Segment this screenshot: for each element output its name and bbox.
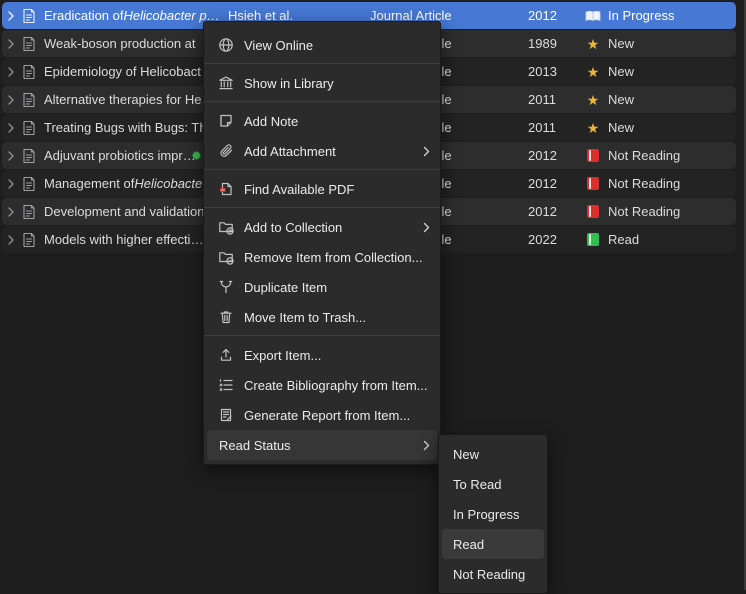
item-title: Development and validation — [44, 198, 204, 225]
expand-chevron-icon[interactable] — [7, 198, 15, 225]
menu-item-find-available-pdf[interactable]: Find Available PDF — [204, 174, 440, 204]
item-context-menu: View Online Show in Library Add Note Add… — [203, 21, 441, 465]
menu-item-add-to-collection[interactable]: Add to Collection — [204, 212, 440, 242]
journal-article-icon — [22, 2, 36, 29]
submenu-item-to-read[interactable]: To Read — [439, 469, 547, 499]
submenu-item-in-progress[interactable]: In Progress — [439, 499, 547, 529]
submenu-arrow-icon — [423, 222, 430, 233]
item-title: Adjuvant probiotics impr… — [44, 142, 196, 169]
expand-chevron-icon[interactable] — [7, 86, 15, 113]
journal-article-icon — [22, 58, 36, 85]
journal-article-icon — [22, 86, 36, 113]
open-book-icon — [585, 10, 601, 22]
expand-chevron-icon[interactable] — [7, 142, 15, 169]
bibliography-icon — [217, 376, 235, 394]
journal-article-icon — [22, 226, 36, 253]
menu-item-duplicate-item[interactable]: Duplicate Item — [204, 272, 440, 302]
report-icon — [217, 406, 235, 424]
journal-article-icon — [22, 114, 36, 141]
read-status-badge: Not Reading — [585, 198, 680, 225]
fork-icon — [217, 278, 235, 296]
submenu-item-new[interactable]: New — [439, 439, 547, 469]
red-book-icon — [585, 177, 601, 190]
read-status-badge: In Progress — [585, 2, 674, 29]
menu-item-show-in-library[interactable]: Show in Library — [204, 68, 440, 98]
menu-item-view-online[interactable]: View Online — [204, 30, 440, 60]
menu-item-remove-from-collection[interactable]: Remove Item from Collection... — [204, 242, 440, 272]
submenu-item-not-reading[interactable]: Not Reading — [439, 559, 547, 589]
menu-separator — [204, 63, 440, 64]
read-status-badge: ★ New — [585, 58, 634, 85]
item-year: 2011 — [528, 114, 556, 141]
menu-item-export-item[interactable]: Export Item... — [204, 340, 440, 370]
read-status-badge: ★ New — [585, 114, 634, 141]
expand-chevron-icon[interactable] — [7, 58, 15, 85]
note-icon — [217, 112, 235, 130]
menu-item-generate-report[interactable]: Generate Report from Item... — [204, 400, 440, 430]
trash-icon — [217, 308, 235, 326]
read-status-badge: ★ New — [585, 30, 634, 57]
menu-separator — [204, 335, 440, 336]
globe-icon — [217, 36, 235, 54]
menu-item-move-to-trash[interactable]: Move Item to Trash... — [204, 302, 440, 332]
expand-chevron-icon[interactable] — [7, 30, 15, 57]
green-book-icon — [585, 233, 601, 246]
paperclip-icon — [217, 142, 235, 160]
star-icon: ★ — [585, 37, 601, 51]
menu-item-read-status[interactable]: Read Status — [207, 430, 437, 460]
submenu-arrow-icon — [423, 440, 430, 451]
item-title: Treating Bugs with Bugs: Th — [44, 114, 207, 141]
item-year: 1989 — [528, 30, 557, 57]
submenu-item-read[interactable]: Read — [442, 529, 544, 559]
item-title: Eradication of Helicobacter p… — [44, 2, 220, 29]
read-status-badge: Not Reading — [585, 170, 680, 197]
folder-plus-icon — [217, 218, 235, 236]
read-status-badge: Read — [585, 226, 639, 253]
library-icon — [217, 74, 235, 92]
item-year: 2012 — [528, 198, 557, 225]
submenu-arrow-icon — [423, 146, 430, 157]
red-book-icon — [585, 149, 601, 162]
menu-separator — [204, 207, 440, 208]
menu-separator — [204, 169, 440, 170]
menu-separator — [204, 101, 440, 102]
journal-article-icon — [22, 142, 36, 169]
read-status-badge: Not Reading — [585, 142, 680, 169]
item-year: 2012 — [528, 170, 557, 197]
journal-article-icon — [22, 30, 36, 57]
item-year: 2013 — [528, 58, 557, 85]
menu-item-create-bibliography[interactable]: Create Bibliography from Item... — [204, 370, 440, 400]
star-icon: ★ — [585, 65, 601, 79]
folder-minus-icon — [217, 248, 235, 266]
expand-chevron-icon[interactable] — [7, 170, 15, 197]
read-status-badge: ★ New — [585, 86, 634, 113]
item-title: Alternative therapies for He — [44, 86, 202, 113]
star-icon: ★ — [585, 121, 601, 135]
pdf-icon — [217, 180, 235, 198]
item-year: 2012 — [528, 2, 557, 29]
expand-chevron-icon[interactable] — [7, 2, 15, 29]
star-icon: ★ — [585, 93, 601, 107]
read-status-submenu: New To Read In Progress Read Not Reading — [438, 434, 548, 594]
menu-item-add-note[interactable]: Add Note — [204, 106, 440, 136]
item-year: 2012 — [528, 142, 557, 169]
item-title: Models with higher effecti… — [44, 226, 203, 253]
attachment-indicator-dot — [192, 151, 201, 160]
menu-item-add-attachment[interactable]: Add Attachment — [204, 136, 440, 166]
expand-chevron-icon[interactable] — [7, 114, 15, 141]
journal-article-icon — [22, 198, 36, 225]
item-title: Weak-boson production at — [44, 30, 196, 57]
item-title: Epidemiology of Helicobact — [44, 58, 201, 85]
export-icon — [217, 346, 235, 364]
journal-article-icon — [22, 170, 36, 197]
item-title: Management of Helicobacte — [44, 170, 202, 197]
red-book-icon — [585, 205, 601, 218]
item-year: 2011 — [528, 86, 556, 113]
expand-chevron-icon[interactable] — [7, 226, 15, 253]
item-year: 2022 — [528, 226, 557, 253]
